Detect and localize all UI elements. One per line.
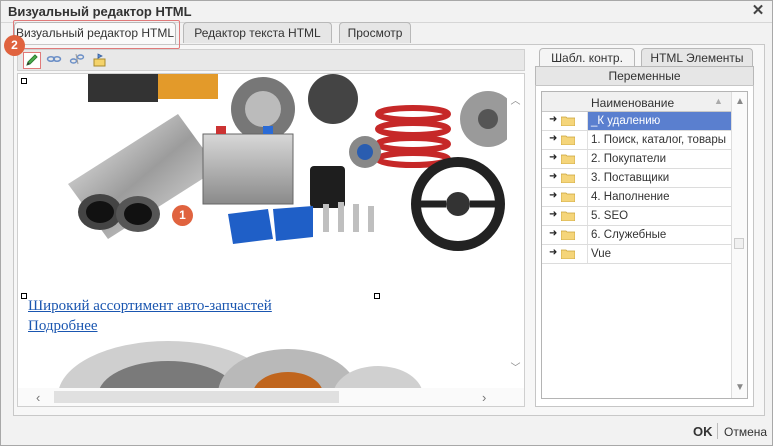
ok-button[interactable]: OK	[693, 424, 713, 439]
scroll-right-icon[interactable]: ›	[482, 390, 486, 405]
unlink-icon	[68, 52, 86, 66]
tab-preview[interactable]: Просмотр	[339, 22, 411, 43]
selection-handle[interactable]	[374, 293, 380, 299]
tab-html-elements[interactable]: HTML Элементы	[641, 48, 753, 67]
scrollbar-thumb[interactable]	[54, 391, 339, 403]
editor-content: Широкий ассортимент авто-запчастей Подро…	[18, 74, 508, 388]
tab-text-editor[interactable]: Редактор текста HTML	[183, 22, 332, 43]
catalog-link[interactable]: Широкий ассортимент авто-запчастей	[28, 298, 272, 315]
scroll-up-icon[interactable]: ▲	[735, 96, 745, 107]
scroll-up-icon[interactable]: ︿	[510, 92, 521, 107]
bearings-image	[59, 341, 422, 388]
close-icon[interactable]: ✕	[750, 3, 766, 19]
expand-icon[interactable]: ➜	[549, 133, 557, 144]
folder-icon	[561, 154, 575, 164]
callout-badge-2: 2	[4, 35, 25, 56]
folder-icon	[561, 135, 575, 145]
selection-handle[interactable]	[21, 78, 27, 84]
editor-vertical-scrollbar[interactable]: ︿ ﹀	[507, 74, 524, 388]
insert-anchor-button[interactable]	[91, 52, 109, 69]
folder-icon	[561, 249, 575, 259]
tree-row[interactable]: ➜ 4. Наполнение	[542, 188, 732, 207]
visual-editor-area[interactable]: Широкий ассортимент авто-запчастей Подро…	[17, 73, 525, 407]
editor-toolbar	[17, 49, 525, 71]
tree-row-label: 6. Служебные	[587, 226, 732, 244]
folder-icon	[561, 116, 575, 126]
tree-row-label: 2. Покупатели	[587, 150, 732, 168]
callout-badge-1: 1	[172, 205, 193, 226]
expand-icon[interactable]: ➜	[549, 114, 557, 125]
scroll-down-icon[interactable]: ▼	[735, 382, 745, 393]
tree-row-label: 4. Наполнение	[587, 188, 732, 206]
tab-control-templates[interactable]: Шабл. контр.	[539, 48, 635, 67]
tree-row-label: 5. SEO	[587, 207, 732, 225]
html-editor-window: Визуальный редактор HTML ✕ Визуальный ре…	[0, 0, 773, 446]
insert-link-button[interactable]	[45, 52, 63, 69]
editor-horizontal-scrollbar[interactable]: ‹ ›	[18, 388, 524, 406]
expand-icon[interactable]: ➜	[549, 171, 557, 182]
link-icon	[45, 52, 63, 66]
more-link[interactable]: Подробнее	[28, 318, 98, 335]
tab-highlight-frame	[13, 20, 180, 49]
anchor-icon	[91, 52, 109, 67]
remove-link-button[interactable]	[68, 52, 86, 69]
cancel-button[interactable]: Отмена	[724, 425, 767, 439]
folder-icon	[561, 192, 575, 202]
folder-icon	[561, 173, 575, 183]
tree-row-label: 3. Поставщики	[587, 169, 732, 187]
tree-header: Наименование ▲	[542, 92, 732, 112]
tree-row[interactable]: ➜ 3. Поставщики	[542, 169, 732, 188]
expand-icon[interactable]: ➜	[549, 209, 557, 220]
tree-row-label: 1. Поиск, каталог, товары	[587, 131, 732, 149]
scrollbar-thumb[interactable]	[734, 238, 744, 249]
expand-icon[interactable]: ➜	[549, 152, 557, 163]
expand-icon[interactable]: ➜	[549, 247, 557, 258]
tree-row[interactable]: ➜ 6. Служебные	[542, 226, 732, 245]
edit-button[interactable]	[23, 52, 41, 69]
expand-icon[interactable]: ➜	[549, 190, 557, 201]
tree-row[interactable]: ➜ 1. Поиск, каталог, товары	[542, 131, 732, 150]
folder-icon	[561, 211, 575, 221]
tree-row[interactable]: ➜ 5. SEO	[542, 207, 732, 226]
expand-icon[interactable]: ➜	[549, 228, 557, 239]
tree-row-label: Vue	[587, 245, 732, 263]
tree-row[interactable]: ➜ Vue	[542, 245, 732, 264]
window-title: Визуальный редактор HTML	[8, 4, 192, 19]
variables-tree: Наименование ▲ ➜ _К удалению ➜ 1. Поиск,…	[541, 91, 748, 399]
selection-handle[interactable]	[21, 293, 27, 299]
tree-row-label: _К удалению	[587, 112, 732, 130]
sort-asc-icon[interactable]: ▲	[714, 96, 723, 106]
tree-vertical-scrollbar[interactable]: ▲ ▼	[731, 92, 747, 398]
pencil-icon	[24, 53, 40, 67]
scroll-left-icon[interactable]: ‹	[36, 390, 40, 405]
footer-divider	[717, 423, 718, 439]
tree-row[interactable]: ➜ 2. Покупатели	[542, 150, 732, 169]
auto-parts-banner-image	[28, 74, 508, 294]
scroll-down-icon[interactable]: ﹀	[510, 359, 521, 374]
folder-icon	[561, 230, 575, 240]
tree-row[interactable]: ➜ _К удалению	[542, 112, 732, 131]
tab-variables[interactable]: Переменные	[535, 66, 754, 86]
name-column-header[interactable]: Наименование	[591, 96, 674, 110]
